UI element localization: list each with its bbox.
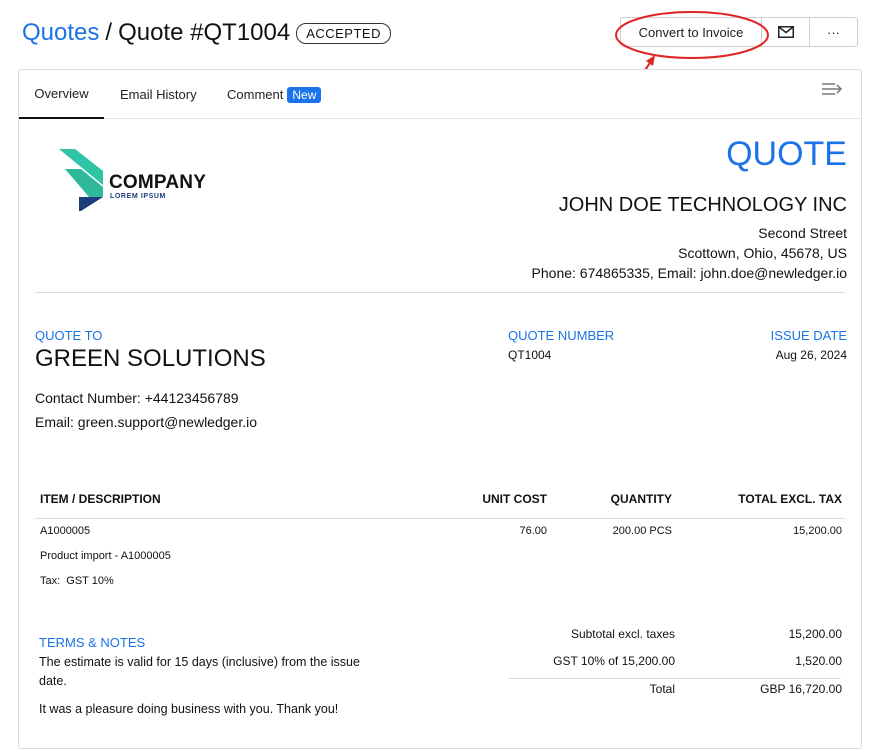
issue-date-label: ISSUE DATE bbox=[770, 328, 847, 343]
quote-number-value: QT1004 bbox=[508, 348, 552, 362]
client-email: Email: green.support@newledger.io bbox=[35, 414, 258, 430]
table-header-divider bbox=[35, 518, 845, 519]
totals-divider bbox=[508, 678, 841, 679]
tab-email-history-label: Email History bbox=[120, 87, 197, 102]
logo-tagline: LOREM IPSUM bbox=[110, 193, 166, 200]
tax-label: GST 10% of 15,200.00 bbox=[553, 654, 675, 668]
item-description: Product import - A1000005 bbox=[40, 550, 171, 562]
terms-notes-line1: The estimate is valid for 15 days (inclu… bbox=[39, 655, 360, 688]
convert-to-invoice-button[interactable]: Convert to Invoice bbox=[620, 17, 762, 47]
seller-street: Second Street bbox=[758, 225, 847, 241]
tab-overview-label: Overview bbox=[34, 86, 89, 101]
mail-icon bbox=[777, 26, 794, 38]
company-logo-icon bbox=[59, 149, 103, 211]
breadcrumb-quotes-link[interactable]: Quotes bbox=[22, 19, 99, 47]
item-code: A1000005 bbox=[40, 525, 91, 537]
quote-to-label: QUOTE TO bbox=[35, 328, 103, 343]
collapse-panel-icon[interactable] bbox=[821, 82, 843, 96]
email-button[interactable] bbox=[762, 17, 810, 47]
item-quantity: 200.00 PCS bbox=[612, 525, 672, 537]
action-buttons: Convert to Invoice ··· bbox=[620, 17, 858, 47]
quote-card: Overview Email History Comment New COMPA… bbox=[18, 69, 862, 749]
seller-city: Scottown, Ohio, 45678, US bbox=[678, 245, 847, 261]
total-value: GBP 16,720.00 bbox=[760, 682, 842, 696]
issue-date-value: Aug 26, 2024 bbox=[775, 348, 847, 362]
client-name: GREEN SOLUTIONS bbox=[35, 345, 266, 372]
th-item-description: ITEM / DESCRIPTION bbox=[40, 492, 161, 506]
seller-name: JOHN DOE TECHNOLOGY INC bbox=[558, 194, 847, 216]
logo-company-name: COMPANY bbox=[109, 172, 207, 193]
annotation-arrow-head bbox=[646, 55, 655, 66]
subtotal-value: 15,200.00 bbox=[788, 627, 842, 641]
terms-notes-label: TERMS & NOTES bbox=[39, 635, 146, 650]
total-label: Total bbox=[649, 682, 675, 696]
tab-email-history[interactable]: Email History bbox=[120, 70, 197, 119]
more-actions-button[interactable]: ··· bbox=[810, 17, 858, 47]
tax-value: 1,520.00 bbox=[795, 654, 842, 668]
quote-number-label: QUOTE NUMBER bbox=[508, 328, 615, 343]
item-tax: Tax: GST 10% bbox=[40, 575, 114, 587]
status-badge: ACCEPTED bbox=[296, 22, 391, 44]
th-quantity: QUANTITY bbox=[610, 492, 672, 506]
tab-overview[interactable]: Overview bbox=[19, 70, 104, 119]
terms-notes-line2: It was a pleasure doing business with yo… bbox=[39, 702, 339, 716]
th-unit-cost: UNIT COST bbox=[482, 492, 547, 506]
tab-bar: Overview Email History Comment New bbox=[19, 70, 861, 119]
item-unit-cost: 76.00 bbox=[519, 525, 547, 537]
client-contact-number: Contact Number: +44123456789 bbox=[35, 390, 239, 406]
header-divider bbox=[35, 292, 845, 293]
subtotal-label: Subtotal excl. taxes bbox=[570, 627, 675, 641]
th-total-excl-tax: TOTAL EXCL. TAX bbox=[738, 492, 842, 506]
page-title: Quote #QT1004 bbox=[118, 19, 291, 46]
breadcrumb-separator: / bbox=[105, 19, 113, 46]
tab-comment[interactable]: Comment New bbox=[227, 70, 322, 119]
seller-contact: Phone: 674865335, Email: john.doe@newled… bbox=[531, 265, 847, 281]
item-total: 15,200.00 bbox=[793, 525, 842, 537]
page-header: Quotes / Quote #QT1004 ACCEPTED bbox=[22, 16, 391, 50]
document-heading: QUOTE bbox=[726, 135, 847, 173]
new-badge: New bbox=[287, 86, 322, 103]
tab-comment-label: Comment bbox=[227, 87, 284, 102]
